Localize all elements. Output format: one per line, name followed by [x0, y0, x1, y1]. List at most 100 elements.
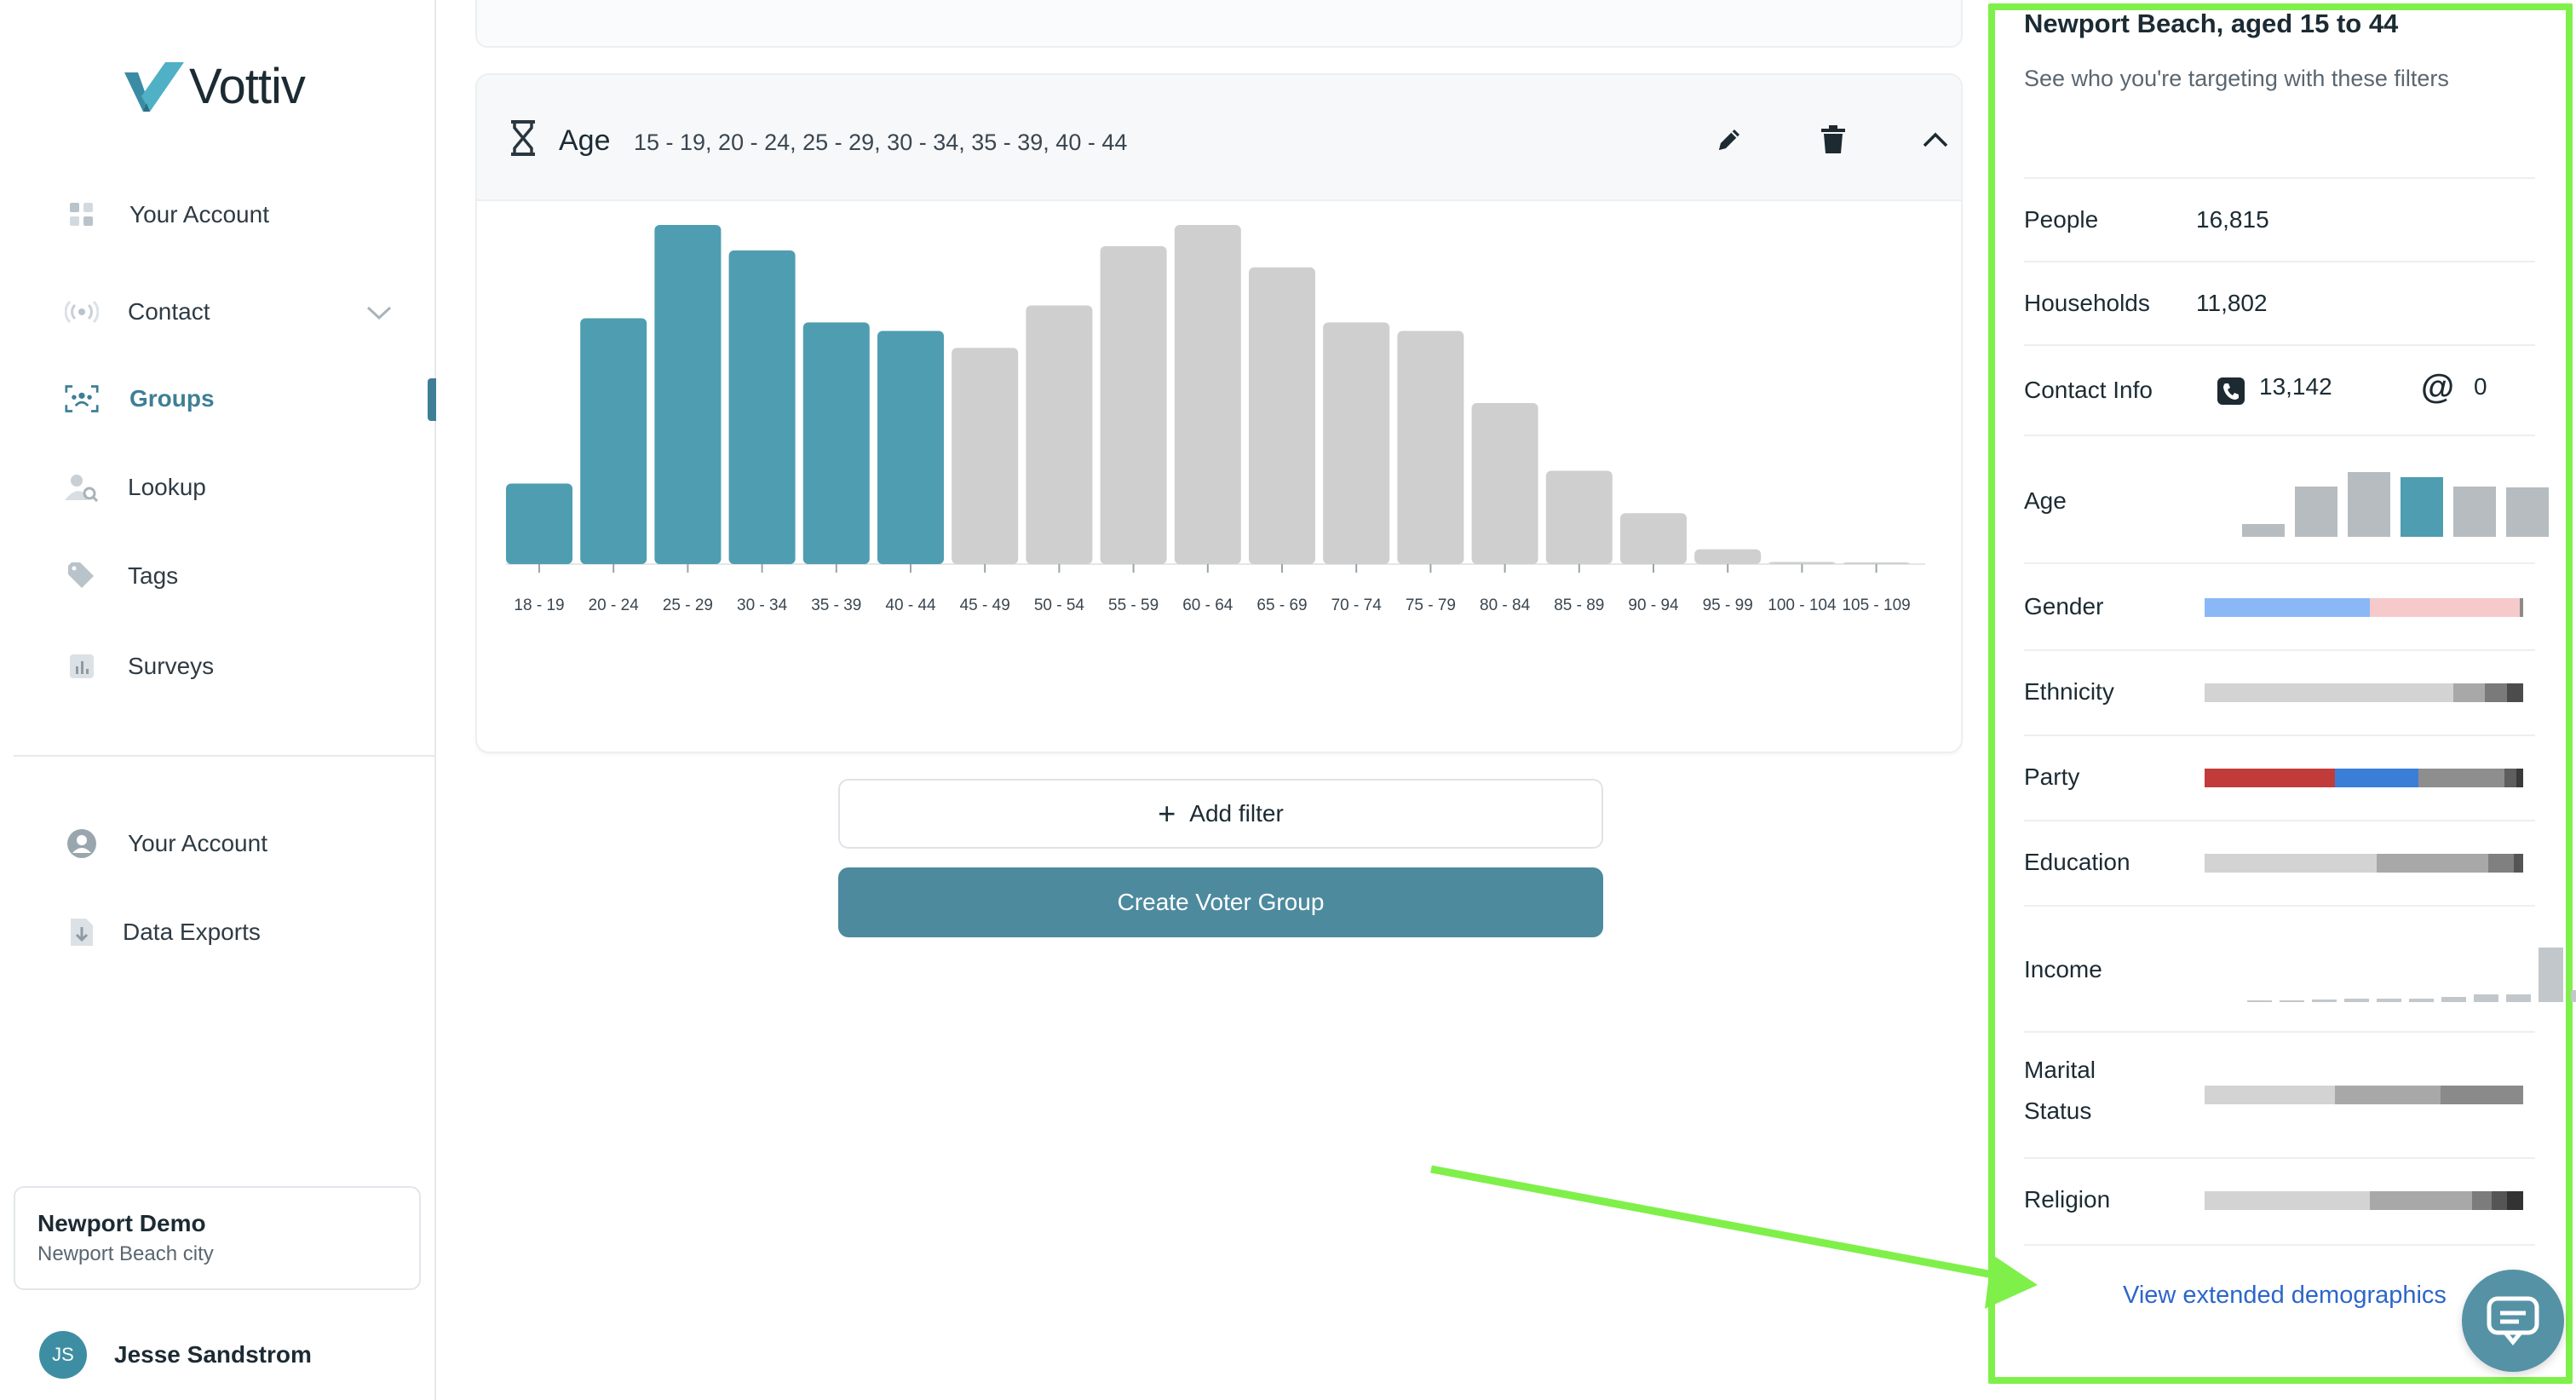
- age-bar[interactable]: [1620, 513, 1687, 564]
- stack-segment: [2370, 598, 2521, 617]
- stack-segment: [2205, 683, 2453, 702]
- age-bar[interactable]: [728, 250, 796, 564]
- sidebar-item-tags[interactable]: Tags: [65, 550, 178, 602]
- age-bar[interactable]: [1323, 322, 1390, 564]
- sidebar-item-label: Tags: [128, 562, 179, 589]
- delete-button[interactable]: [1814, 121, 1852, 158]
- income-row: Income: [2024, 905, 2576, 1033]
- sidebar-item-label: Data Exports: [123, 919, 261, 945]
- stack-segment: [2418, 769, 2504, 787]
- age-bar[interactable]: [1545, 470, 1613, 564]
- demographics-panel: Newport Beach, aged 15 to 44 See who you…: [1985, 0, 2576, 1400]
- age-bar[interactable]: [1768, 562, 1836, 564]
- sidebar-item-contact[interactable]: Contact: [65, 286, 210, 337]
- age-bar[interactable]: [1397, 331, 1464, 564]
- age-bar[interactable]: [1100, 245, 1167, 564]
- stack-segment: [2487, 854, 2514, 873]
- hourglass-icon: [511, 120, 535, 156]
- age-bar[interactable]: [1249, 267, 1315, 564]
- gender-row: Gender: [2024, 562, 2535, 651]
- collapse-button[interactable]: [1917, 121, 1954, 158]
- age-bar[interactable]: [1694, 549, 1762, 564]
- age-bar[interactable]: [952, 348, 1019, 564]
- age-bar[interactable]: [877, 331, 944, 564]
- sidebar-item-data-exports[interactable]: Data Exports: [65, 907, 261, 958]
- age-bar[interactable]: [1843, 562, 1910, 564]
- age-bar[interactable]: [654, 225, 722, 564]
- income-mini-bar: [2474, 994, 2498, 1002]
- religion-row: Religion: [2024, 1157, 2535, 1246]
- view-extended-demographics-link[interactable]: View extended demographics: [2123, 1282, 2447, 1310]
- stack-segment: [2520, 598, 2523, 617]
- age-bar[interactable]: [1026, 305, 1093, 564]
- households-value: 11,802: [2196, 290, 2268, 316]
- religion-label: Religion: [2024, 1186, 2111, 1213]
- grid-icon: [65, 198, 99, 232]
- sidebar-item-your-account[interactable]: Your Account: [65, 189, 269, 240]
- gender-bar: [2205, 598, 2523, 617]
- income-label: Income: [2024, 956, 2102, 982]
- broadcast-icon: [65, 295, 99, 329]
- age-mini-bar: [2348, 472, 2390, 537]
- edit-button[interactable]: [1711, 121, 1748, 158]
- stack-segment: [2205, 769, 2336, 787]
- stack-segment: [2205, 854, 2377, 873]
- religion-bar: [2205, 1191, 2523, 1210]
- ethnicity-bar: [2205, 683, 2523, 702]
- create-voter-group-button[interactable]: Create Voter Group: [838, 867, 1603, 937]
- stack-segment: [2370, 1191, 2473, 1210]
- income-mini-bar: [2377, 999, 2401, 1002]
- ethnicity-row: Ethnicity: [2024, 649, 2535, 736]
- previous-filter-card: [475, 0, 1963, 48]
- stack-segment: [2452, 683, 2486, 702]
- x-tick-label: 90 - 94: [1628, 596, 1679, 614]
- filter-header[interactable]: Age 15 - 19, 20 - 24, 25 - 29, 30 - 34, …: [477, 75, 1961, 201]
- party-label: Party: [2024, 763, 2080, 790]
- age-mini-bar: [2506, 487, 2549, 537]
- chat-button[interactable]: [2462, 1270, 2564, 1372]
- sidebar: Vottiv Your Account Contact Groups Looku…: [0, 0, 436, 1400]
- panel-divider: [2024, 1244, 2535, 1246]
- filter-values: 15 - 19, 20 - 24, 25 - 29, 30 - 34, 35 -…: [634, 130, 1128, 155]
- age-bar[interactable]: [506, 483, 572, 564]
- x-tick-label: 75 - 79: [1406, 596, 1456, 614]
- x-tick-label: 85 - 89: [1554, 596, 1604, 614]
- sidebar-item-surveys[interactable]: Surveys: [65, 641, 214, 692]
- education-bar: [2205, 854, 2523, 873]
- user-name: Jesse Sandstrom: [114, 1341, 312, 1368]
- age-bar[interactable]: [1471, 402, 1538, 564]
- x-tick-label: 60 - 64: [1182, 596, 1233, 614]
- add-filter-button[interactable]: + Add filter: [838, 779, 1603, 849]
- income-mini-bar: [2441, 997, 2466, 1002]
- x-tick-label: 30 - 34: [737, 596, 788, 614]
- sidebar-item-label: Lookup: [128, 474, 206, 500]
- sidebar-item-your-account-bottom[interactable]: Your Account: [65, 818, 267, 869]
- sidebar-item-lookup[interactable]: Lookup: [65, 462, 206, 513]
- education-row: Education: [2024, 820, 2535, 907]
- marital-status-bar: [2205, 1086, 2523, 1104]
- sidebar-item-label: Surveys: [128, 653, 215, 679]
- plus-icon: +: [1158, 796, 1176, 831]
- x-tick-label: 35 - 39: [811, 596, 861, 614]
- age-bar[interactable]: [580, 318, 647, 564]
- stack-segment: [2205, 598, 2371, 617]
- party-bar: [2205, 769, 2523, 787]
- vottiv-logo[interactable]: Vottiv: [124, 58, 306, 115]
- sidebar-item-groups[interactable]: Groups: [65, 373, 215, 424]
- group-icon: [65, 382, 99, 416]
- org-name: Newport Demo: [37, 1210, 206, 1236]
- gender-label: Gender: [2024, 593, 2104, 619]
- user-circle-icon: [65, 827, 99, 861]
- chevron-down-icon[interactable]: [365, 300, 394, 326]
- sidebar-item-label: Your Account: [129, 201, 269, 228]
- organization-switcher[interactable]: Newport Demo Newport Beach city: [14, 1186, 421, 1290]
- chat-icon: [2487, 1296, 2539, 1345]
- age-bar[interactable]: [1174, 225, 1241, 564]
- stack-segment: [2335, 769, 2418, 787]
- age-bar[interactable]: [802, 322, 870, 564]
- vottiv-logo-mark-icon: [124, 61, 184, 112]
- main-content: Age 15 - 19, 20 - 24, 25 - 29, 30 - 34, …: [438, 0, 1971, 1400]
- stack-segment: [2516, 769, 2523, 787]
- user-profile[interactable]: JS Jesse Sandstrom: [39, 1331, 312, 1379]
- stack-segment: [2440, 1086, 2523, 1104]
